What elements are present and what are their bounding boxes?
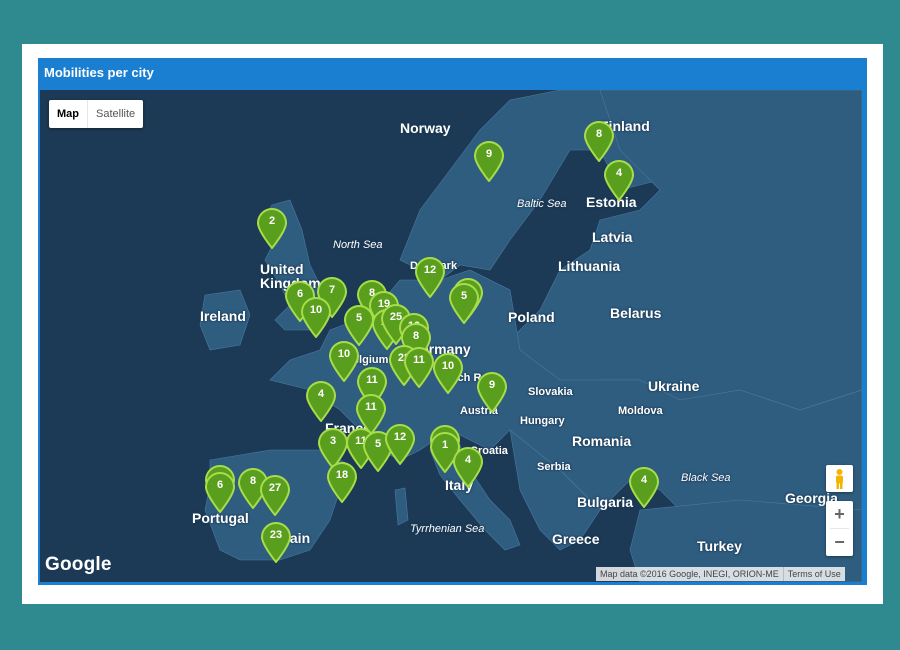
label-tyrrhenian-sea: Tyrrhenian Sea [410, 523, 485, 535]
marker-count: 10 [337, 348, 351, 360]
city-marker[interactable]: 4 [627, 466, 661, 508]
marker-count: 5 [460, 290, 468, 302]
city-marker[interactable]: 2 [255, 207, 289, 249]
marker-count: 2 [268, 215, 276, 227]
city-marker[interactable]: 4 [304, 380, 338, 422]
map-type-satellite-button[interactable]: Satellite [88, 100, 143, 128]
map-type-map-button[interactable]: Map [49, 100, 88, 128]
marker-count: 23 [269, 529, 283, 541]
terms-of-use-link[interactable]: Terms of Use [782, 567, 845, 581]
city-marker[interactable]: 12 [413, 256, 447, 298]
label-belarus: Belarus [610, 305, 662, 321]
label-poland: Poland [508, 309, 555, 325]
marker-count: 7 [328, 284, 336, 296]
google-logo: Google [45, 554, 112, 575]
marker-count: 12 [423, 264, 437, 276]
label-ukraine: Ukraine [648, 378, 700, 394]
marker-count: 12 [393, 431, 407, 443]
street-view-pegman-icon[interactable] [826, 465, 853, 492]
city-marker[interactable]: 10 [299, 296, 333, 338]
zoom-out-button[interactable]: − [826, 529, 853, 556]
city-marker[interactable]: 10 [431, 352, 465, 394]
label-turkey: Turkey [697, 538, 742, 554]
label-slovakia: Slovakia [528, 386, 573, 398]
marker-count: 18 [335, 469, 349, 481]
city-marker[interactable]: 5 [447, 282, 481, 324]
map-canvas[interactable]: Norway Finland Estonia Latvia Lithuania … [40, 90, 862, 582]
label-bulgaria: Bulgaria [577, 494, 634, 510]
marker-count: 6 [216, 479, 224, 491]
label-hungary: Hungary [520, 415, 565, 427]
marker-count: 4 [317, 388, 325, 400]
marker-count: 4 [464, 454, 472, 466]
city-marker[interactable]: 4 [602, 159, 636, 201]
map-attribution: Map data ©2016 Google, INEGI, ORION-ME T… [596, 567, 845, 581]
city-marker[interactable]: 23 [259, 521, 293, 563]
city-marker[interactable]: 12 [383, 423, 417, 465]
label-north-sea: North Sea [333, 239, 383, 251]
city-marker[interactable]: 9 [475, 371, 509, 413]
zoom-control: + − [826, 501, 853, 556]
marker-count: 8 [412, 330, 420, 342]
label-romania: Romania [572, 433, 632, 449]
label-greece: Greece [552, 531, 600, 547]
city-marker[interactable]: 6 [203, 471, 237, 513]
map-landmass [199, 90, 862, 582]
city-marker[interactable]: 4 [451, 446, 485, 488]
label-latvia: Latvia [592, 229, 633, 245]
marker-count: 10 [309, 304, 323, 316]
city-marker[interactable]: 18 [325, 461, 359, 503]
label-ireland: Ireland [200, 308, 246, 324]
marker-count: 11 [365, 401, 377, 413]
marker-count: 10 [441, 360, 455, 372]
label-lithuania: Lithuania [558, 258, 621, 274]
city-marker[interactable]: 9 [472, 140, 506, 182]
label-norway: Norway [400, 120, 451, 136]
marker-count: 4 [640, 474, 648, 486]
map-data-credit: Map data ©2016 Google, INEGI, ORION-ME [600, 569, 779, 579]
marker-count: 27 [268, 482, 282, 494]
marker-count: 9 [488, 379, 496, 391]
panel-title: Mobilities per city [44, 65, 154, 80]
city-marker[interactable]: 27 [258, 474, 292, 516]
city-marker[interactable]: 8 [582, 120, 616, 162]
marker-count: 11 [366, 374, 378, 386]
map-type-control: Map Satellite [49, 100, 144, 128]
label-moldova: Moldova [618, 405, 663, 417]
zoom-in-button[interactable]: + [826, 501, 853, 528]
label-black-sea: Black Sea [681, 472, 731, 484]
marker-count: 4 [615, 167, 623, 179]
marker-count: 9 [485, 148, 493, 160]
label-serbia: Serbia [537, 461, 571, 473]
marker-count: 8 [595, 128, 603, 140]
label-baltic-sea: Baltic Sea [517, 198, 567, 210]
